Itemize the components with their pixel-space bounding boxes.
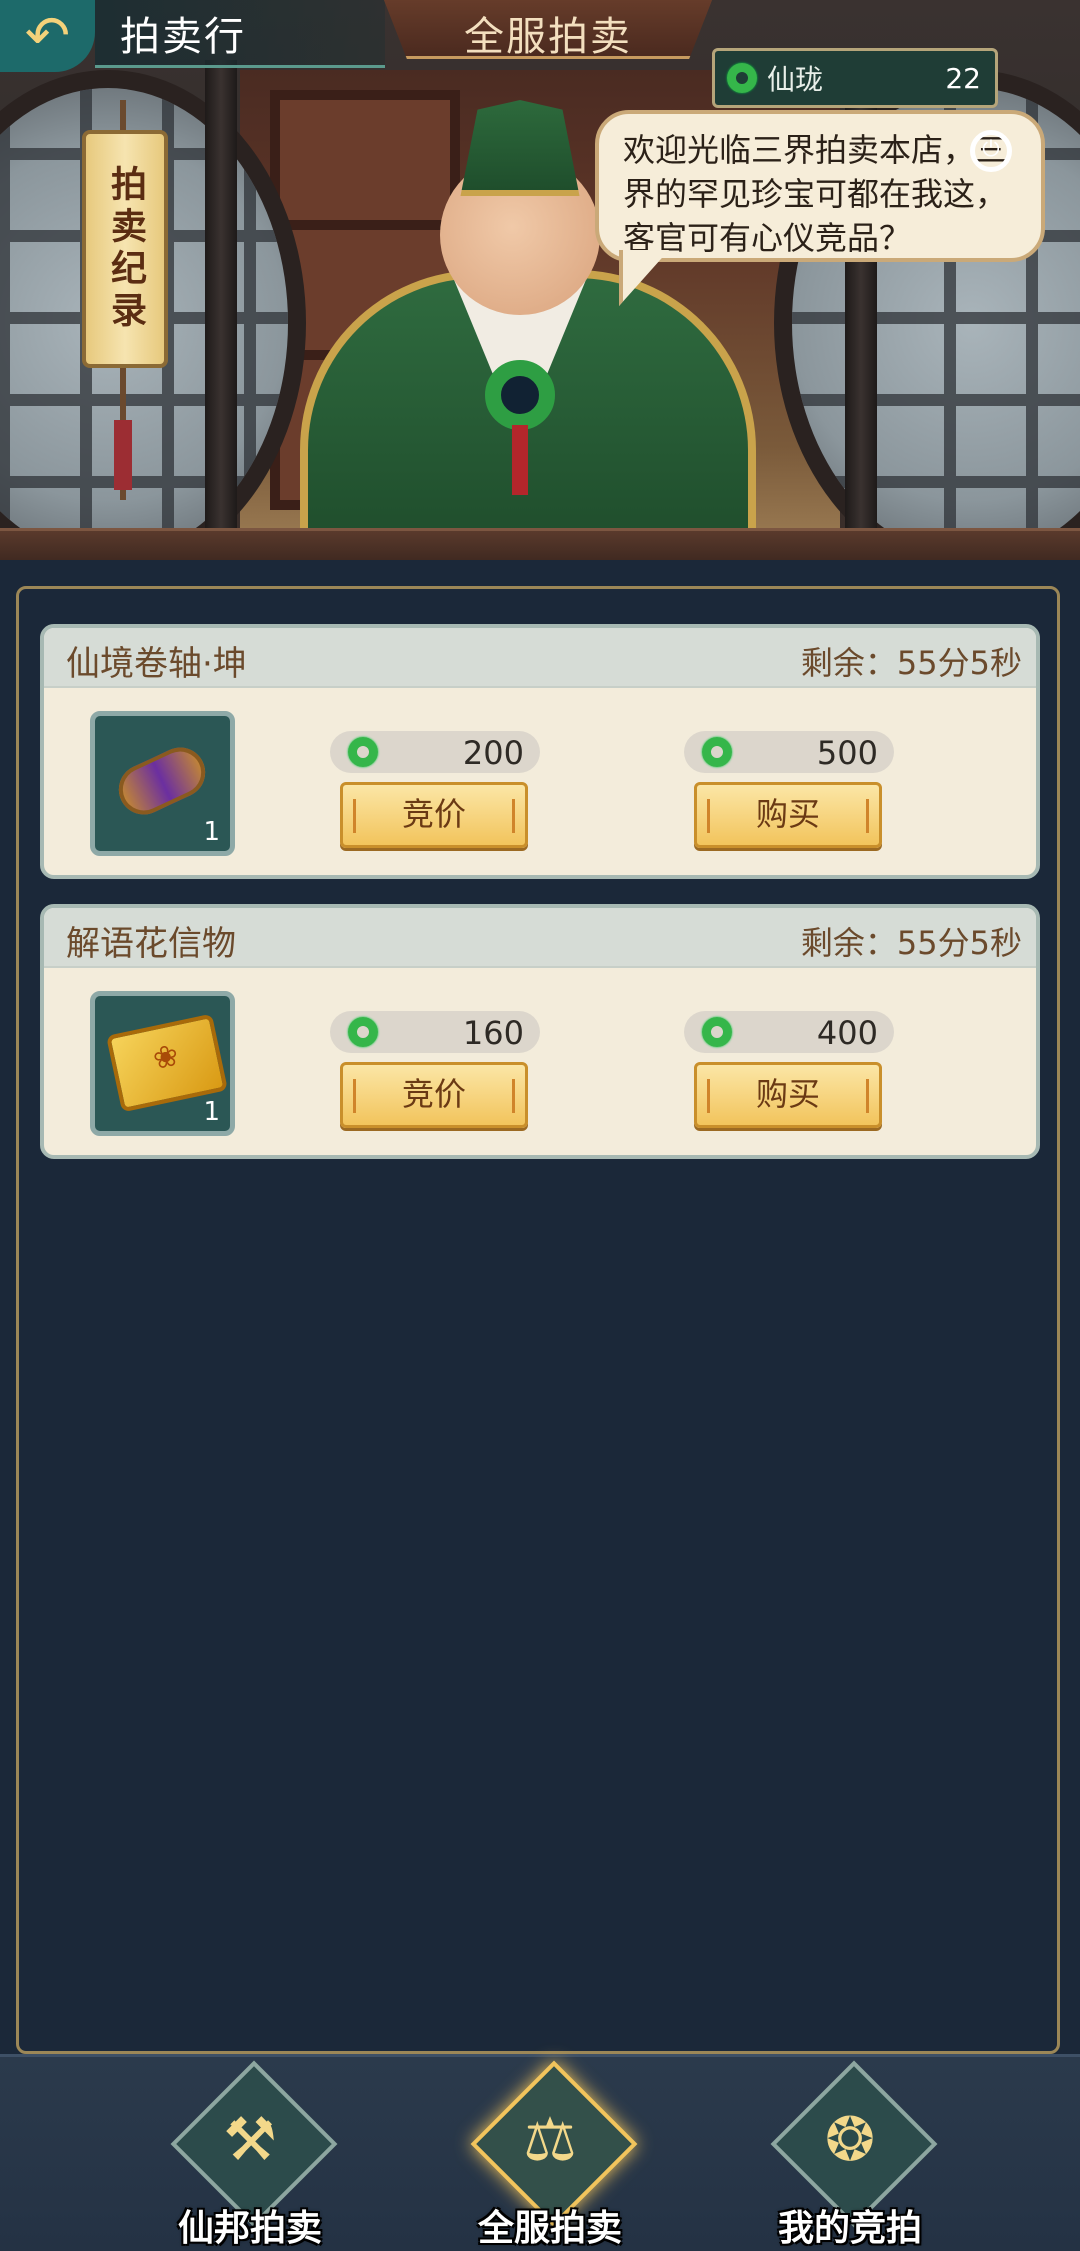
- pillar: [205, 60, 237, 550]
- item-name: 解语花信物: [66, 924, 236, 964]
- nav-label: 仙邦拍卖: [177, 2208, 322, 2249]
- item-quantity: 1: [203, 1097, 220, 1127]
- counter: [0, 528, 1080, 560]
- buy-button[interactable]: 购买: [694, 1062, 882, 1128]
- scroll-item-icon: [110, 739, 214, 823]
- back-arrow-icon: ↶: [24, 4, 71, 67]
- time-left: 剩余：55分5秒: [800, 924, 1022, 962]
- jade-ring-icon: [348, 1017, 378, 1047]
- power-icon[interactable]: ⏻: [970, 130, 1012, 172]
- auction-card: 解语花信物 剩余：55分5秒 ❀ 1 160 400 竞价 购买: [40, 904, 1040, 1159]
- bid-price: 200: [330, 731, 540, 773]
- buy-price: 400: [684, 1011, 894, 1053]
- item-slot[interactable]: ❀ 1: [90, 991, 235, 1136]
- item-quantity: 1: [203, 817, 220, 847]
- nav-label: 全服拍卖: [477, 2208, 622, 2249]
- auction-record-button[interactable]: 拍卖纪录: [82, 130, 168, 368]
- jade-ring-icon: [348, 737, 378, 767]
- page-title: 拍卖行: [120, 14, 246, 60]
- tab-label: 全服拍卖: [464, 14, 632, 60]
- bid-price: 160: [330, 1011, 540, 1053]
- currency-name: 仙珑: [767, 63, 824, 96]
- npc-speech-bubble: 欢迎光临三界拍卖本店，三界的罕见珍宝可都在我这，客官可有心仪竞品？: [595, 110, 1045, 262]
- jade-ring-icon: [702, 1017, 732, 1047]
- bid-button[interactable]: 竞价: [340, 1062, 528, 1128]
- tab-server-auction: 全服拍卖: [380, 0, 716, 59]
- jade-ring-icon: [702, 737, 732, 767]
- bid-button[interactable]: 竞价: [340, 782, 528, 848]
- nav-server-auction[interactable]: ⚖ 全服拍卖: [450, 2060, 650, 2249]
- nav-my-bids[interactable]: ❂ 我的竞拍: [750, 2060, 950, 2249]
- time-left: 剩余：55分5秒: [800, 644, 1022, 682]
- item-name: 仙境卷轴·坤: [66, 644, 247, 684]
- jade-ring-icon: [727, 63, 757, 93]
- buy-price-value: 500: [816, 734, 878, 772]
- card-header: 解语花信物 剩余：55分5秒: [44, 908, 1036, 968]
- buy-button[interactable]: 购买: [694, 782, 882, 848]
- bid-price-value: 200: [462, 734, 524, 772]
- currency-display: 仙珑 22: [712, 48, 998, 108]
- bid-price-value: 160: [462, 1014, 524, 1052]
- buy-price-value: 400: [816, 1014, 878, 1052]
- item-slot[interactable]: 1: [90, 711, 235, 856]
- back-button[interactable]: ↶: [0, 0, 95, 72]
- gavel-icon: ⚒: [223, 2105, 277, 2175]
- scales-icon: ⚖: [523, 2105, 577, 2175]
- sign-tassel: [114, 420, 132, 490]
- nav-faction-auction[interactable]: ⚒ 仙邦拍卖: [150, 2060, 350, 2249]
- nav-label: 我的竞拍: [777, 2208, 922, 2249]
- bottom-nav: ⚒ 仙邦拍卖 ⚖ 全服拍卖 ❂ 我的竞拍: [0, 2054, 1080, 2251]
- money-bag-icon: ❂: [824, 2105, 876, 2175]
- auction-card: 仙境卷轴·坤 剩余：55分5秒 1 200 500 竞价 购买: [40, 624, 1040, 879]
- buy-price: 500: [684, 731, 894, 773]
- card-header: 仙境卷轴·坤 剩余：55分5秒: [44, 628, 1036, 688]
- currency-amount: 22: [945, 61, 981, 95]
